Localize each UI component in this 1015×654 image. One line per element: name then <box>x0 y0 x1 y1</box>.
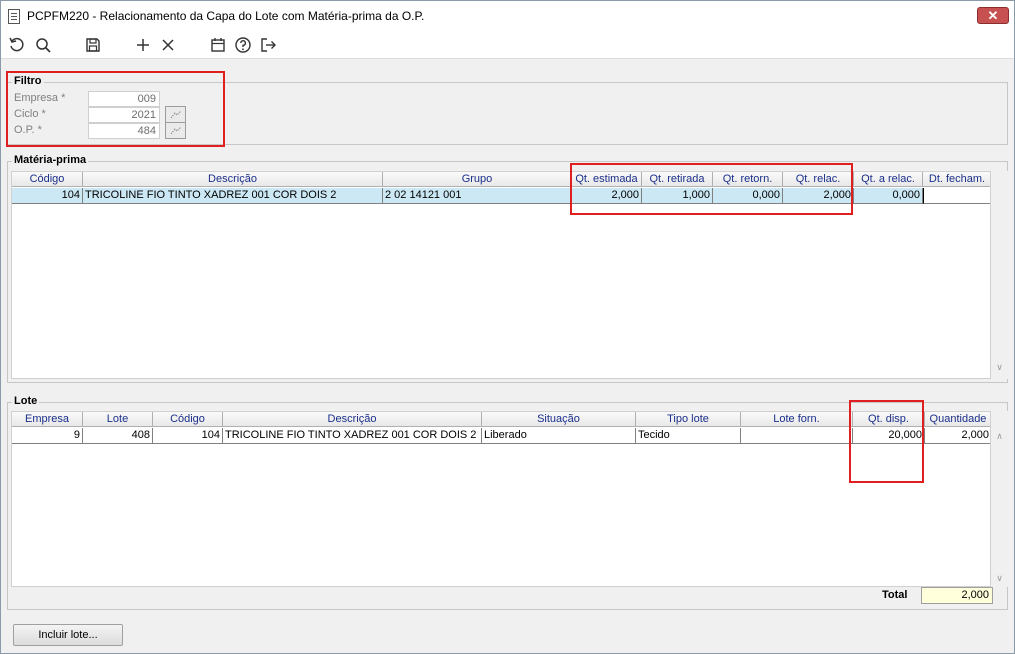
col-qt-retirada[interactable]: Qt. retirada <box>642 172 713 187</box>
ciclo-label: Ciclo * <box>14 108 46 120</box>
lote-scrollbar[interactable]: ∧ ∨ <box>991 411 1008 587</box>
col-qt-estimada[interactable]: Qt. estimada <box>572 172 642 187</box>
document-icon <box>8 9 20 24</box>
lote-grid: Empresa Lote Código Descrição Situação T… <box>11 411 991 587</box>
materia-prima-scrollbar[interactable]: ∨ <box>991 171 1008 379</box>
search-icon[interactable] <box>33 35 53 55</box>
cell-qt-retorn[interactable]: 0,000 <box>713 188 783 204</box>
cell-lote[interactable]: 408 <box>83 428 153 444</box>
total-label: Total <box>882 589 908 601</box>
op-lookup-button[interactable] <box>165 122 186 139</box>
materia-prima-header: Código Descrição Grupo Qt. estimada Qt. … <box>12 172 990 187</box>
incluir-lote-button[interactable]: Incluir lote... <box>13 624 123 646</box>
delete-icon[interactable] <box>158 35 178 55</box>
cell-quantidade[interactable]: 2,000 <box>925 428 990 444</box>
help-icon[interactable] <box>233 35 253 55</box>
table-row[interactable]: 104 TRICOLINE FIO TINTO XADREZ 001 COR D… <box>12 188 990 204</box>
cell-qt-disp[interactable]: 20,000 <box>853 428 925 444</box>
ciclo-field[interactable]: 2021 <box>88 107 160 123</box>
op-label: O.P. * <box>14 124 42 136</box>
cell-grupo[interactable]: 2 02 14121 001 <box>383 188 572 204</box>
cell-empresa[interactable]: 9 <box>12 428 83 444</box>
cell-codigo[interactable]: 104 <box>153 428 223 444</box>
col-lote-forn[interactable]: Lote forn. <box>741 412 853 427</box>
materia-prima-legend: Matéria-prima <box>12 154 89 166</box>
filtro-legend: Filtro <box>12 75 44 87</box>
empresa-label: Empresa * <box>14 92 66 104</box>
table-row[interactable]: 9 408 104 TRICOLINE FIO TINTO XADREZ 001… <box>12 428 990 444</box>
cell-lote-forn[interactable] <box>741 428 853 444</box>
refresh-icon[interactable] <box>7 35 27 55</box>
calendar-icon[interactable] <box>208 35 228 55</box>
scroll-up-icon[interactable]: ∧ <box>994 431 1005 441</box>
col-grupo[interactable]: Grupo <box>383 172 572 187</box>
scroll-down-icon[interactable]: ∨ <box>994 362 1005 372</box>
op-field[interactable]: 484 <box>88 123 160 139</box>
col-dt-fecham[interactable]: Dt. fecham. <box>923 172 990 187</box>
cell-tipo-lote[interactable]: Tecido <box>636 428 741 444</box>
total-field: 2,000 <box>921 587 993 604</box>
cell-qt-relac[interactable]: 2,000 <box>783 188 854 204</box>
cell-descricao[interactable]: TRICOLINE FIO TINTO XADREZ 001 COR DOIS … <box>83 188 383 204</box>
col-qt-relac[interactable]: Qt. relac. <box>783 172 854 187</box>
col-empresa[interactable]: Empresa <box>12 412 83 427</box>
col-situacao[interactable]: Situação <box>482 412 636 427</box>
window-title: PCPFM220 - Relacionamento da Capa do Lot… <box>27 9 425 23</box>
col-qt-a-relac[interactable]: Qt. a relac. <box>854 172 923 187</box>
col-qt-retorn[interactable]: Qt. retorn. <box>713 172 783 187</box>
materia-prima-grid: Código Descrição Grupo Qt. estimada Qt. … <box>11 171 991 379</box>
col-descricao[interactable]: Descrição <box>83 172 383 187</box>
empresa-field[interactable]: 009 <box>88 91 160 107</box>
cell-dt-fecham[interactable] <box>923 188 990 204</box>
col-tipo-lote[interactable]: Tipo lote <box>636 412 741 427</box>
toolbar <box>1 31 1014 59</box>
ciclo-lookup-button[interactable] <box>165 106 186 123</box>
scroll-down-icon[interactable]: ∨ <box>994 573 1005 583</box>
close-button[interactable]: ✕ <box>977 7 1009 24</box>
col-lote[interactable]: Lote <box>83 412 153 427</box>
col-descricao[interactable]: Descrição <box>223 412 482 427</box>
cell-descricao[interactable]: TRICOLINE FIO TINTO XADREZ 001 COR DOIS … <box>223 428 482 444</box>
cell-qt-retirada[interactable]: 1,000 <box>642 188 713 204</box>
cell-qt-a-relac[interactable]: 0,000 <box>854 188 923 204</box>
cell-codigo[interactable]: 104 <box>12 188 83 204</box>
lote-header: Empresa Lote Código Descrição Situação T… <box>12 412 990 427</box>
main-window: PCPFM220 - Relacionamento da Capa do Lot… <box>0 0 1015 654</box>
exit-icon[interactable] <box>258 35 278 55</box>
col-codigo[interactable]: Código <box>12 172 83 187</box>
cell-situacao[interactable]: Liberado <box>482 428 636 444</box>
col-quantidade[interactable]: Quantidade <box>925 412 990 427</box>
col-codigo[interactable]: Código <box>153 412 223 427</box>
col-qt-disp[interactable]: Qt. disp. <box>853 412 925 427</box>
add-icon[interactable] <box>133 35 153 55</box>
lookup-icon <box>170 110 181 118</box>
title-bar: PCPFM220 - Relacionamento da Capa do Lot… <box>1 1 1014 31</box>
lote-legend: Lote <box>12 395 40 407</box>
save-icon[interactable] <box>83 35 103 55</box>
cell-qt-estimada[interactable]: 2,000 <box>572 188 642 204</box>
lookup-icon <box>170 126 181 134</box>
